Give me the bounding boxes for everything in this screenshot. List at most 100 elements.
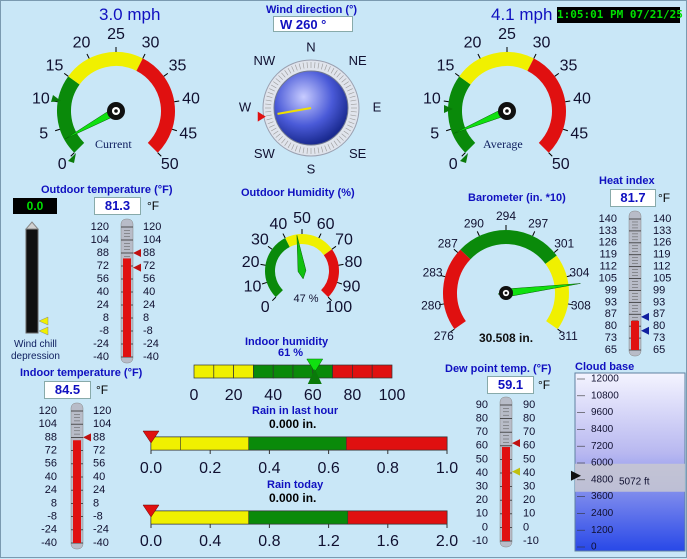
- indoor-temp-thermometer-scale-right-7: 8: [93, 497, 99, 509]
- wind-average-gauge-tick-label-10: 50: [552, 156, 570, 173]
- dew-point-thermometer-scale-left-4: 50: [476, 453, 488, 465]
- rain-today-bar-seg-2: [347, 510, 448, 525]
- heat-index-thermometer-scale-right-4: 112: [653, 261, 671, 273]
- indoor-humidity-tick-label-1: 20: [225, 387, 243, 404]
- rain-today-bar-tick-label-0: 0.0: [140, 533, 162, 550]
- heat-index-unit: °F: [658, 191, 671, 205]
- outdoor-humidity-gauge-band-1: [285, 234, 332, 256]
- outdoor-humidity-gauge-tick-6: [318, 233, 322, 239]
- barometer-gauge-tick-label-6: 297: [528, 216, 548, 230]
- wind-current-gauge-hub-dot: [114, 109, 118, 113]
- dew-point-thermometer-marker-1: [512, 467, 520, 476]
- outdoor-temp-thermometer-scale-left-5: 40: [97, 286, 109, 298]
- heat-index-thermometer-scale-right-0: 140: [653, 213, 671, 225]
- indoor-humidity-cell-3: [253, 364, 274, 379]
- cloud-base-scale-10: 0: [591, 542, 597, 553]
- barometer-gauge-tick-6: [532, 231, 536, 237]
- dew-point-value: 59.1: [487, 376, 534, 394]
- wind-average-gauge-tick-4: [477, 53, 481, 59]
- indoor-temp-thermometer-scale-left-8: -8: [47, 511, 57, 523]
- outdoor-temp-thermometer-scale-left-6: 24: [97, 299, 109, 311]
- wind-current-gauge-tick-label-0: 0: [58, 156, 67, 173]
- wind-average-gauge-tick-label-0: 0: [449, 156, 458, 173]
- indoor-temp-thermometer-scale-left-9: -24: [41, 524, 57, 536]
- wind-current-gauge-band-2: [136, 58, 175, 153]
- wind-average-gauge-band-0: [448, 76, 476, 153]
- wind-current-gauge-tick-label-6: 30: [142, 35, 160, 52]
- wind-average-gauge-tick-6: [533, 53, 537, 59]
- dew-point-thermometer-scale-right-5: 40: [523, 467, 535, 479]
- outdoor-temp-thermometer-scale-right-9: -24: [143, 338, 159, 350]
- outdoor-temp-thermometer-scale-right-8: -8: [143, 325, 153, 337]
- rain-today-bar-seg-0: [150, 510, 249, 525]
- indoor-temp-thermometer-mercury: [73, 440, 81, 543]
- outdoor-humidity-gauge-tick-label-9: 90: [343, 278, 361, 295]
- outdoor-temp-thermometer-scale-right-0: 120: [143, 221, 161, 233]
- indoor-temp-thermometer-scale-left-10: -40: [41, 537, 57, 549]
- barometer-gauge-tick-label-1: 280: [421, 298, 441, 312]
- rain-hour-title: Rain in last hour: [252, 405, 339, 417]
- rain-today-bar-tick-label-3: 1.2: [317, 533, 339, 550]
- cloud-base-readout: 5072 ft: [619, 476, 650, 487]
- rain-hour-value: 0.000 in.: [269, 417, 317, 431]
- heat-index-thermometer-scale-left-10: 73: [605, 332, 617, 344]
- wind-average-gauge-tick-label-4: 20: [464, 35, 482, 52]
- rain-hour-bar-tick-label-2: 0.4: [258, 460, 280, 477]
- indoor-temp-unit: °F: [96, 383, 109, 397]
- outdoor-temp-thermometer-scale-right-6: 24: [143, 299, 155, 311]
- heat-index-thermometer-scale-left-9: 80: [605, 320, 617, 332]
- wind-current-gauge-tick-label-7: 35: [169, 58, 187, 75]
- heat-index-thermometer-scale-left-5: 105: [599, 272, 617, 284]
- heat-index-thermometer-scale-right-2: 126: [653, 237, 671, 249]
- gauges-svg: 05101520 25 3035404550 05101520 25 3035404550…: [24, 26, 686, 553]
- indoor-temp-thermometer-scale-right-4: 56: [93, 458, 105, 470]
- outdoor-temp-title: Outdoor temperature (°F): [41, 184, 173, 196]
- indoor-temp-thermometer-scale-left-1: 104: [39, 418, 57, 430]
- barometer-gauge-tick-label-4: 290: [464, 216, 484, 230]
- wind-average-gauge-tick-label-8: 40: [573, 90, 591, 107]
- heat-index-thermometer-scale-left-3: 119: [599, 249, 617, 261]
- rain-hour-bar-tick-label-0: 0.0: [140, 460, 162, 477]
- barometer-gauge-tick-label-9: 308: [571, 298, 591, 312]
- outdoor-temp-thermometer-scale-left-7: 8: [103, 312, 109, 324]
- outdoor-humidity-gauge-tick-4: [282, 233, 286, 239]
- barometer-gauge-band-0: [443, 249, 471, 330]
- rain-today-bar-seg-1: [248, 510, 349, 525]
- wind-average-gauge-tick-label-7: 35: [560, 58, 578, 75]
- cloud-base-scale-0: 12000: [591, 374, 619, 385]
- barometer-value: 30.508 in.: [479, 331, 534, 345]
- wind-average-gauge-tick-7: [554, 72, 560, 77]
- rain-hour-bar-seg-1: [180, 436, 249, 451]
- indoor-humidity-value: 61 %: [278, 347, 304, 359]
- outdoor-humidity-readout: 47 %: [293, 293, 318, 305]
- outdoor-humidity-gauge-tick-label-8: 80: [344, 254, 362, 271]
- wind-average-gauge-tick-2: [443, 100, 449, 103]
- indoor-humidity-tick-label-0: 0: [190, 387, 199, 404]
- barometer-gauge-tick-4: [476, 231, 480, 237]
- outdoor-humidity-gauge-tick-label-4: 40: [269, 216, 287, 233]
- dew-point-thermometer-scale-right-9: 0: [523, 521, 529, 533]
- outdoor-temp-thermometer-scale-left-1: 104: [91, 234, 109, 246]
- outdoor-temp-thermometer-scale-left-10: -40: [93, 351, 109, 363]
- outdoor-temp-thermometer-scale-left-4: 56: [97, 273, 109, 285]
- rain-hour-bar-seg-2: [248, 436, 347, 451]
- dew-point-thermometer-scale-left-5: 40: [476, 467, 488, 479]
- outdoor-humidity-gauge-tick-0: [271, 296, 277, 302]
- rain-today-bar-tick-label-4: 1.6: [377, 533, 399, 550]
- wind-average-gauge-tick-1: [445, 128, 452, 132]
- wind-average-gauge-tick-0: [461, 152, 466, 157]
- compass-label-ne: NE: [349, 53, 367, 68]
- outdoor-humidity-gauge-tick-9: [337, 281, 343, 285]
- wind-average-gauge-tick-8: [565, 100, 571, 103]
- indoor-humidity-tick-label-2: 40: [264, 387, 282, 404]
- heat-index-thermometer-scale-left-6: 99: [605, 284, 617, 296]
- indoor-humidity-tick-label-5: 100: [379, 387, 406, 404]
- rain-today-title: Rain today: [267, 479, 324, 491]
- wind-current-gauge-tick-label-5: 25: [107, 26, 125, 43]
- wind-average-gauge-band-1: [459, 52, 534, 85]
- rain-hour-bar-tick-label-3: 0.6: [317, 460, 339, 477]
- heat-index-thermometer-scale-left-1: 133: [599, 225, 617, 237]
- barometer-gauge-tick-label-5: 294: [496, 209, 516, 223]
- barometer-gauge-band-1: [460, 230, 557, 265]
- indoor-temp-thermometer-scale-left-5: 40: [45, 471, 57, 483]
